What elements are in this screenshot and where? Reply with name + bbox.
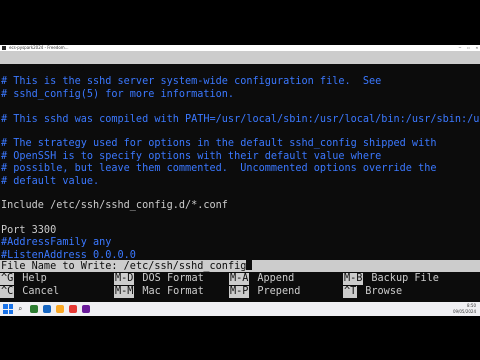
shortcut-key: M-A — [229, 273, 250, 285]
taskbar-app-icon[interactable] — [69, 305, 78, 313]
editor-line[interactable] — [0, 188, 480, 200]
taskbar-app-icon[interactable] — [82, 305, 91, 313]
shortcut-row: ^G Help M-D DOS Format M-A Append M-B Backup Fi… — [0, 272, 480, 285]
system-tray: 8:50 09/05/2024 — [453, 303, 476, 315]
search-icon[interactable]: ⌕ — [18, 305, 22, 313]
shortcut-label: Browse — [365, 286, 403, 297]
shortcut-item[interactable]: M-B Backup File — [343, 272, 439, 285]
shortcut-item[interactable]: M-M Mac Format — [114, 285, 204, 298]
shortcut-label: Backup File — [371, 273, 439, 284]
editor-line[interactable] — [0, 126, 480, 138]
shortcut-label: DOS Format — [142, 273, 204, 284]
editor-line[interactable]: #AddressFamily any — [0, 237, 480, 249]
prompt-label: File Name to Write: — [1, 261, 124, 272]
shortcut-key: ^T — [343, 286, 358, 298]
editor-line[interactable]: # The strategy used for options in the d… — [0, 138, 480, 150]
shortcut-item[interactable]: M-D DOS Format — [114, 272, 204, 285]
editor-line[interactable]: # This is the sshd server system-wide co… — [0, 76, 480, 88]
editor-line[interactable] — [0, 64, 480, 76]
shortcut-item[interactable]: M-A Append — [229, 272, 294, 285]
terminal-window[interactable]: GNU nano 6.2 /etc/ssh/sshd_config * # Th… — [0, 51, 480, 302]
shortcut-label: Append — [257, 273, 295, 284]
windows-start-icon[interactable] — [3, 304, 13, 314]
editor-line[interactable] — [0, 101, 480, 113]
editor-line[interactable]: Include /etc/ssh/sshd_config.d/*.conf — [0, 200, 480, 212]
tray-date: 09/05/2024 — [452, 309, 476, 314]
taskbar-app-icon[interactable] — [56, 305, 65, 313]
editor-line[interactable]: # sshd_config(5) for more information. — [0, 89, 480, 101]
shortcut-label: Cancel — [22, 286, 60, 297]
shortcut-label: Prepend — [257, 286, 301, 297]
editor-line[interactable]: # possible, but leave them commented. Un… — [0, 163, 480, 175]
shortcut-item[interactable]: M-P Prepend — [229, 285, 300, 298]
shortcut-item[interactable]: ^G Help — [0, 272, 47, 285]
pinned-apps — [30, 305, 91, 313]
shortcut-item[interactable]: ^C Cancel — [0, 285, 59, 298]
shortcut-item[interactable]: ^T Browse — [343, 285, 402, 298]
editor-line[interactable]: # default value. — [0, 176, 480, 188]
shortcut-label: Help — [22, 273, 47, 284]
shortcut-key: M-D — [114, 273, 135, 285]
taskbar-app-icon[interactable] — [43, 305, 52, 313]
file-name-input[interactable]: /etc/ssh/sshd_config — [124, 261, 247, 272]
terminal-app-icon — [2, 46, 6, 50]
shortcut-key: ^C — [0, 286, 15, 298]
shortcut-row: ^C Cancel M-M Mac Format M-P Prepend ^T Browse — [0, 285, 480, 298]
editor-line[interactable] — [0, 213, 480, 225]
shortcut-key: ^G — [0, 273, 15, 285]
editor-line[interactable]: # OpenSSH is to specify options with the… — [0, 151, 480, 163]
shortcut-key: M-B — [343, 273, 364, 285]
file-name-prompt[interactable]: File Name to Write: /etc/ssh/sshd_config — [0, 260, 480, 272]
shortcut-key: M-M — [114, 286, 135, 298]
shortcut-label: Mac Format — [142, 286, 204, 297]
shortcut-bar: ^G Help M-D DOS Format M-A Append M-B Backup Fi… — [0, 272, 480, 298]
editor-line[interactable]: Port 3300 — [0, 225, 480, 237]
editor-body[interactable]: # This is the sshd server system-wide co… — [0, 64, 480, 262]
editor-line[interactable]: # This sshd was compiled with PATH=/usr/… — [0, 114, 480, 126]
windows-taskbar: ⌕ 8:50 09/05/2024 — [0, 302, 480, 316]
shortcut-key: M-P — [229, 286, 250, 298]
nano-header-bar: GNU nano 6.2 /etc/ssh/sshd_config * — [0, 51, 480, 89]
text-cursor — [246, 260, 253, 270]
taskbar-app-icon[interactable] — [30, 305, 39, 313]
